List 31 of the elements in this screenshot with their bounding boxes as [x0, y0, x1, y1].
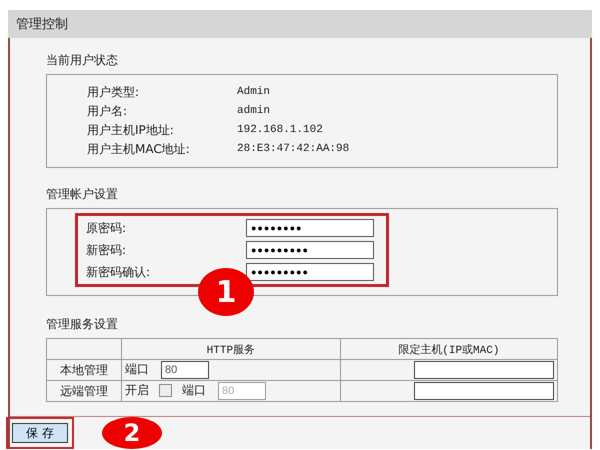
field-label: 开启	[125, 383, 149, 397]
field-value: 192.168.1.102	[237, 123, 324, 138]
field-label: 用户主机MAC地址:	[87, 142, 191, 157]
column-header: 限定主机(IP或MAC)	[340, 338, 558, 360]
save-button[interactable]: 保 存	[12, 423, 68, 443]
window-title: 管理控制	[8, 10, 592, 38]
field-label: 用户主机IP地址:	[87, 123, 175, 138]
field-value: Admin	[237, 85, 272, 100]
column-header: HTTP服务	[122, 338, 340, 360]
section-title: 管理帐户设置	[46, 186, 119, 203]
field-label: 用户类型:	[87, 85, 140, 100]
port-field[interactable]: 80	[161, 361, 209, 379]
host-field[interactable]	[414, 361, 554, 379]
row-label: 本地管理	[60, 362, 108, 376]
password-field[interactable]: ●●●●●●●●●	[246, 263, 374, 281]
field-label: 端口	[125, 362, 149, 376]
field-label: 用户名:	[87, 104, 128, 119]
section-title: 当前用户状态	[46, 52, 119, 69]
field-value: 28:E3:47:42:AA:98	[237, 142, 350, 157]
row-label: 远端管理	[60, 384, 108, 398]
field-label: 原密码:	[86, 220, 128, 236]
checkbox[interactable]	[159, 384, 172, 398]
host-field[interactable]	[414, 382, 554, 400]
field-label: 端口	[182, 383, 206, 397]
field-value: admin	[237, 104, 272, 119]
password-field[interactable]: ●●●●●●●●●	[246, 241, 374, 259]
password-field[interactable]: ●●●●●●●●	[246, 219, 374, 237]
section-title: 管理服务设置	[46, 316, 119, 333]
step-marker: 2	[102, 417, 162, 449]
field-label: 新密码确认:	[86, 264, 152, 280]
field-label: 新密码:	[86, 242, 128, 258]
